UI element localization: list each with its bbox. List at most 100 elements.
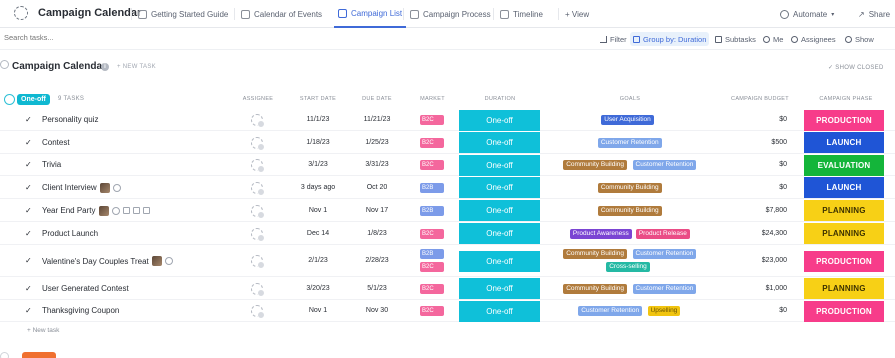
- phase-status[interactable]: PRODUCTION: [804, 109, 884, 131]
- assignee-avatar[interactable]: [251, 227, 265, 242]
- start-date[interactable]: 1/18/23: [288, 139, 348, 146]
- duration-cell[interactable]: One-off: [459, 250, 540, 272]
- column-header-due-date[interactable]: DUE DATE: [347, 96, 407, 102]
- goal-tag[interactable]: Product Release: [635, 228, 690, 239]
- phase-status[interactable]: EVALUATION: [804, 154, 884, 176]
- due-date[interactable]: Nov 17: [347, 207, 407, 214]
- market-tag[interactable]: B2B: [420, 182, 444, 193]
- new-task-button[interactable]: + New task: [27, 327, 59, 334]
- goal-tag[interactable]: Community Building: [563, 249, 627, 259]
- check-icon[interactable]: ✓: [25, 138, 32, 147]
- phase-status[interactable]: PLANNING: [804, 200, 884, 221]
- market-tag[interactable]: B2C: [420, 306, 444, 316]
- collapse-icon[interactable]: [0, 352, 9, 358]
- check-icon[interactable]: ✓: [25, 306, 32, 315]
- start-date[interactable]: 2/1/23: [288, 257, 348, 264]
- start-date[interactable]: 3/20/23: [288, 285, 348, 292]
- table-row[interactable]: ✓ Product Launch Dec 14 1/8/23 B2C One-off Pro…: [0, 222, 895, 245]
- task-name[interactable]: Personality quiz: [42, 115, 98, 124]
- column-header-budget[interactable]: CAMPAIGN BUDGET: [720, 96, 800, 102]
- column-header-phase[interactable]: CAMPAIGN PHASE: [806, 96, 886, 102]
- search-input[interactable]: [4, 33, 204, 42]
- budget-value[interactable]: $0: [737, 184, 787, 191]
- goal-tag[interactable]: Product Awareness: [569, 228, 632, 239]
- budget-value[interactable]: $0: [737, 307, 787, 314]
- start-date[interactable]: 11/1/23: [288, 116, 348, 123]
- start-date[interactable]: 3/1/23: [288, 161, 348, 168]
- budget-value[interactable]: $500: [737, 139, 787, 146]
- show-closed-button[interactable]: ✓ SHOW CLOSED: [828, 64, 884, 71]
- task-name[interactable]: Product Launch: [42, 229, 98, 238]
- goal-tag[interactable]: Community Building: [563, 160, 627, 170]
- goal-tag[interactable]: Community Building: [597, 182, 662, 193]
- check-icon[interactable]: ✓: [25, 229, 32, 238]
- duration-cell[interactable]: One-off: [459, 154, 540, 176]
- collapse-icon[interactable]: [0, 60, 9, 69]
- duration-cell[interactable]: One-off: [459, 109, 540, 131]
- phase-status[interactable]: PLANNING: [804, 223, 884, 244]
- goal-tag[interactable]: Cross-selling: [606, 262, 650, 272]
- goal-tag[interactable]: Upselling: [647, 306, 681, 316]
- goal-tag[interactable]: Customer Retention: [632, 160, 697, 170]
- market-tag[interactable]: B2C: [420, 262, 444, 272]
- due-date[interactable]: 11/21/23: [347, 116, 407, 123]
- start-date[interactable]: Nov 1: [288, 207, 348, 214]
- assignee-avatar[interactable]: [251, 204, 265, 219]
- column-header-goals[interactable]: GOALS: [600, 96, 660, 102]
- phase-status[interactable]: PLANNING: [804, 278, 884, 299]
- task-name[interactable]: Valentine's Day Couples Treat: [42, 256, 173, 266]
- table-row[interactable]: ✓ Valentine's Day Couples Treat 2/1/23 2/28…: [0, 245, 895, 277]
- new-task-link[interactable]: + NEW TASK: [117, 64, 156, 70]
- due-date[interactable]: 1/25/23: [347, 139, 407, 146]
- column-header-start-date[interactable]: START DATE: [288, 96, 348, 102]
- column-header-assignee[interactable]: ASSIGNEE: [238, 96, 278, 102]
- check-icon[interactable]: ✓: [25, 183, 32, 192]
- table-row[interactable]: ✓ Year End Party Nov 1 Nov 17 B2B One-off Comm…: [0, 199, 895, 222]
- start-date[interactable]: Dec 14: [288, 230, 348, 237]
- budget-value[interactable]: $1,000: [737, 285, 787, 292]
- assignee-avatar[interactable]: [251, 181, 265, 196]
- start-date[interactable]: Nov 1: [288, 307, 348, 314]
- assignee-avatar[interactable]: [251, 159, 265, 173]
- duration-cell[interactable]: One-off: [459, 300, 540, 322]
- check-icon[interactable]: ✓: [25, 115, 32, 124]
- budget-value[interactable]: $0: [737, 116, 787, 123]
- market-tag[interactable]: B2C: [420, 115, 444, 125]
- goal-tag[interactable]: User Acquisition: [601, 115, 654, 125]
- start-date[interactable]: 3 days ago: [288, 184, 348, 191]
- goal-tag[interactable]: Customer Retention: [632, 249, 697, 259]
- check-icon[interactable]: ✓: [25, 160, 32, 169]
- check-icon[interactable]: ✓: [25, 206, 32, 215]
- automate-button[interactable]: Automate ▾: [780, 0, 834, 28]
- duration-cell[interactable]: One-off: [459, 132, 540, 153]
- market-tag[interactable]: B2B: [420, 205, 444, 216]
- table-row[interactable]: ✓ Thanksgiving Coupon Nov 1 Nov 30 B2C One-of…: [0, 300, 895, 322]
- due-date[interactable]: Nov 30: [347, 307, 407, 314]
- market-tag[interactable]: B2C: [420, 228, 444, 239]
- market-tag[interactable]: B2C: [420, 283, 444, 294]
- share-button[interactable]: ↗ Share: [858, 0, 890, 28]
- due-date[interactable]: 5/1/23: [347, 285, 407, 292]
- goal-tag[interactable]: Customer Retention: [578, 306, 643, 316]
- duration-cell[interactable]: One-off: [459, 223, 540, 244]
- check-icon[interactable]: ✓: [25, 256, 32, 265]
- due-date[interactable]: 1/8/23: [347, 230, 407, 237]
- task-name[interactable]: Contest: [42, 138, 70, 147]
- due-date[interactable]: 2/28/23: [347, 257, 407, 264]
- table-row[interactable]: ✓ Personality quiz 11/1/23 11/21/23 B2C One-o…: [0, 109, 895, 131]
- budget-value[interactable]: $0: [737, 161, 787, 168]
- chevron-down-icon[interactable]: [4, 94, 15, 105]
- duration-cell[interactable]: One-off: [459, 177, 540, 198]
- group-by-button[interactable]: Group by: Duration: [630, 32, 710, 46]
- market-tag[interactable]: B2C: [420, 137, 444, 148]
- task-name[interactable]: Year End Party: [42, 205, 150, 216]
- task-name[interactable]: Client Interview: [42, 182, 121, 193]
- phase-status[interactable]: PRODUCTION: [804, 300, 884, 322]
- column-header-market[interactable]: MARKET: [410, 96, 455, 102]
- tab-campaign-process[interactable]: Campaign Process: [403, 0, 491, 28]
- market-tag[interactable]: B2B: [420, 249, 444, 259]
- subtasks-button[interactable]: Subtasks: [712, 32, 759, 46]
- goal-tag[interactable]: Customer Retention: [597, 137, 662, 148]
- show-button[interactable]: Show: [842, 32, 877, 46]
- goal-tag[interactable]: Customer Retention: [632, 283, 697, 294]
